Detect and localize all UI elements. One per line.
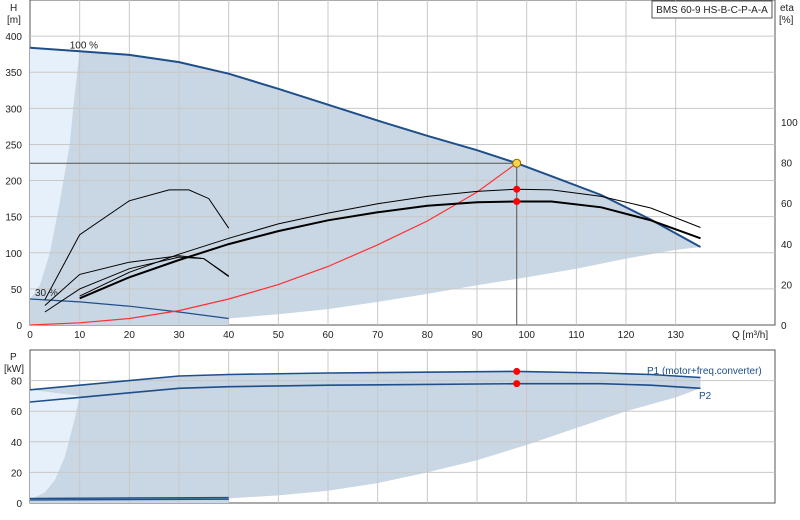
power-tick-label: 40 — [11, 438, 23, 449]
eta-tick-label: 0 — [781, 321, 787, 332]
x-tick-label: 50 — [273, 330, 285, 341]
speed-label-30: 30 % — [35, 288, 58, 299]
head-tick-label: 350 — [5, 68, 22, 79]
head-tick-label: 200 — [5, 177, 22, 188]
head-tick-label: 150 — [5, 213, 22, 224]
eta-axis-unit: [%] — [779, 15, 794, 26]
eta-axis-label: eta — [780, 3, 794, 14]
power-duty-point — [513, 380, 521, 388]
head-axis-label: H — [10, 3, 17, 14]
x-tick-label: 90 — [471, 330, 483, 341]
power-tick-label: 80 — [11, 377, 23, 388]
power-tick-label: 60 — [11, 407, 23, 418]
power-series-P1-30 — [29, 496, 229, 500]
chart-title: BMS 60-9 HS-B-C-P-A-A — [656, 5, 768, 16]
eta-tick-label: 40 — [781, 240, 793, 251]
head-axis-unit: [m] — [7, 15, 21, 26]
efficiency-duty-point — [513, 185, 521, 193]
power-duty-point — [513, 367, 521, 375]
x-tick-label: 10 — [74, 330, 86, 341]
x-tick-label: 100 — [518, 330, 535, 341]
head-tick-label: 50 — [11, 285, 23, 296]
speed-label-100: 100 % — [70, 40, 98, 51]
power-series-P2-30 — [29, 498, 229, 501]
head-tick-label: 100 — [5, 249, 22, 260]
x-tick-label: 0 — [27, 330, 33, 341]
p1-label: P1 (motor+freq.converter) — [647, 366, 762, 377]
power-tick-label: 0 — [16, 499, 22, 510]
x-tick-label: 110 — [568, 330, 584, 341]
p2-label: P2 — [699, 391, 712, 402]
head-tick-label: 400 — [5, 32, 22, 43]
x-tick-label: 30 — [173, 330, 185, 341]
eta-tick-label: 60 — [781, 199, 793, 210]
head-duty-point — [512, 158, 522, 168]
x-tick-label: 40 — [223, 330, 235, 341]
eta-tick-label: 20 — [781, 280, 793, 291]
x-tick-label: 80 — [422, 330, 434, 341]
head-tick-label: 0 — [16, 321, 22, 332]
power-tick-label: 20 — [11, 468, 23, 479]
x-tick-label: 60 — [322, 330, 334, 341]
efficiency-duty-point — [513, 198, 521, 205]
pump-performance-chart: 0 10 20 30 40 50 60 70 80 90 100 110 120 130 0 50 100 150… — [4, 0, 798, 510]
eta-tick-label: 100 — [781, 118, 798, 129]
x-tick-label: 120 — [618, 330, 635, 341]
x-tick-label: 130 — [667, 330, 684, 341]
eta-tick-label: 80 — [781, 159, 793, 170]
flow-axis-label: Q [m³/h] — [732, 330, 768, 341]
head-tick-label: 250 — [5, 140, 22, 151]
power-axis-label: P — [10, 352, 17, 363]
head-tick-label: 300 — [5, 104, 22, 115]
x-tick-label: 20 — [124, 330, 136, 341]
x-tick-label: 70 — [372, 330, 384, 341]
power-axis-unit: [kW] — [4, 364, 24, 375]
